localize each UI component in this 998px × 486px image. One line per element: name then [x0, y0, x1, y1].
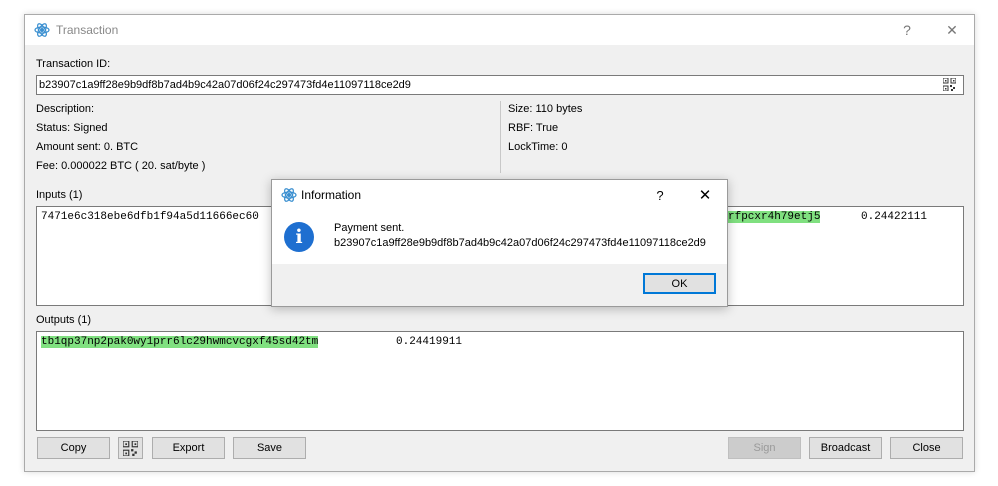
output-amount: 0.24419911: [396, 336, 463, 348]
save-button[interactable]: Save: [233, 437, 306, 459]
output-address[interactable]: tb1qp37np2pak0wy1prr6lc29hwmcvcgxf45sd42…: [41, 336, 319, 348]
title-bar: Transaction ? ✕: [25, 15, 974, 45]
information-icon: i: [284, 222, 314, 252]
electrum-icon: [34, 23, 50, 37]
show-qr-button[interactable]: [118, 437, 143, 459]
amount-label: Amount sent: 0. BTC: [36, 141, 139, 153]
qr-code-icon[interactable]: [943, 78, 956, 91]
qr-code-icon: [123, 440, 138, 456]
locktime-label: LockTime: 0: [508, 141, 568, 153]
details-divider: [500, 101, 501, 173]
export-button[interactable]: Export: [152, 437, 225, 459]
description-label: Description:: [36, 103, 95, 115]
status-label: Status: Signed: [36, 122, 108, 134]
electrum-icon: [281, 188, 297, 202]
txid-value: b23907c1a9ff28e9b9df8b7ad4b9c42a07d06f24…: [39, 79, 411, 91]
input-amount: 0.24422111: [861, 211, 928, 223]
information-dialog: Information ? ✕ i Payment sent. b23907c1…: [271, 179, 728, 307]
input-prevout[interactable]: 7471e6c318ebe6dfb1f94a5d11666ec60: [41, 211, 259, 223]
dialog-title: Information: [301, 188, 362, 202]
dialog-close-button[interactable]: ✕: [690, 180, 720, 210]
fee-label: Fee: 0.000022 BTC ( 20. sat/byte ): [36, 160, 206, 172]
rbf-label: RBF: True: [508, 122, 559, 134]
inputs-label: Inputs (1): [36, 189, 83, 201]
dialog-help-button[interactable]: ?: [645, 180, 675, 210]
ok-button[interactable]: OK: [643, 273, 716, 294]
outputs-list[interactable]: tb1qp37np2pak0wy1prr6lc29hwmcvcgxf45sd42…: [36, 331, 964, 431]
broadcast-button[interactable]: Broadcast: [809, 437, 882, 459]
sign-button[interactable]: Sign: [728, 437, 801, 459]
input-address[interactable]: rfpcxr4h79etj5: [728, 211, 821, 223]
outputs-label: Outputs (1): [36, 314, 92, 326]
txid-label: Transaction ID:: [36, 58, 111, 70]
copy-button[interactable]: Copy: [37, 437, 110, 459]
close-button[interactable]: Close: [890, 437, 963, 459]
dialog-message-line1: Payment sent.: [334, 222, 405, 234]
dialog-message-line2: b23907c1a9ff28e9b9df8b7ad4b9c42a07d06f24…: [334, 237, 706, 249]
size-label: Size: 110 bytes: [508, 103, 583, 115]
window-close-button[interactable]: ✕: [937, 15, 967, 45]
help-button[interactable]: ?: [892, 15, 922, 45]
window-title: Transaction: [56, 23, 119, 37]
txid-field[interactable]: b23907c1a9ff28e9b9df8b7ad4b9c42a07d06f24…: [36, 75, 964, 95]
